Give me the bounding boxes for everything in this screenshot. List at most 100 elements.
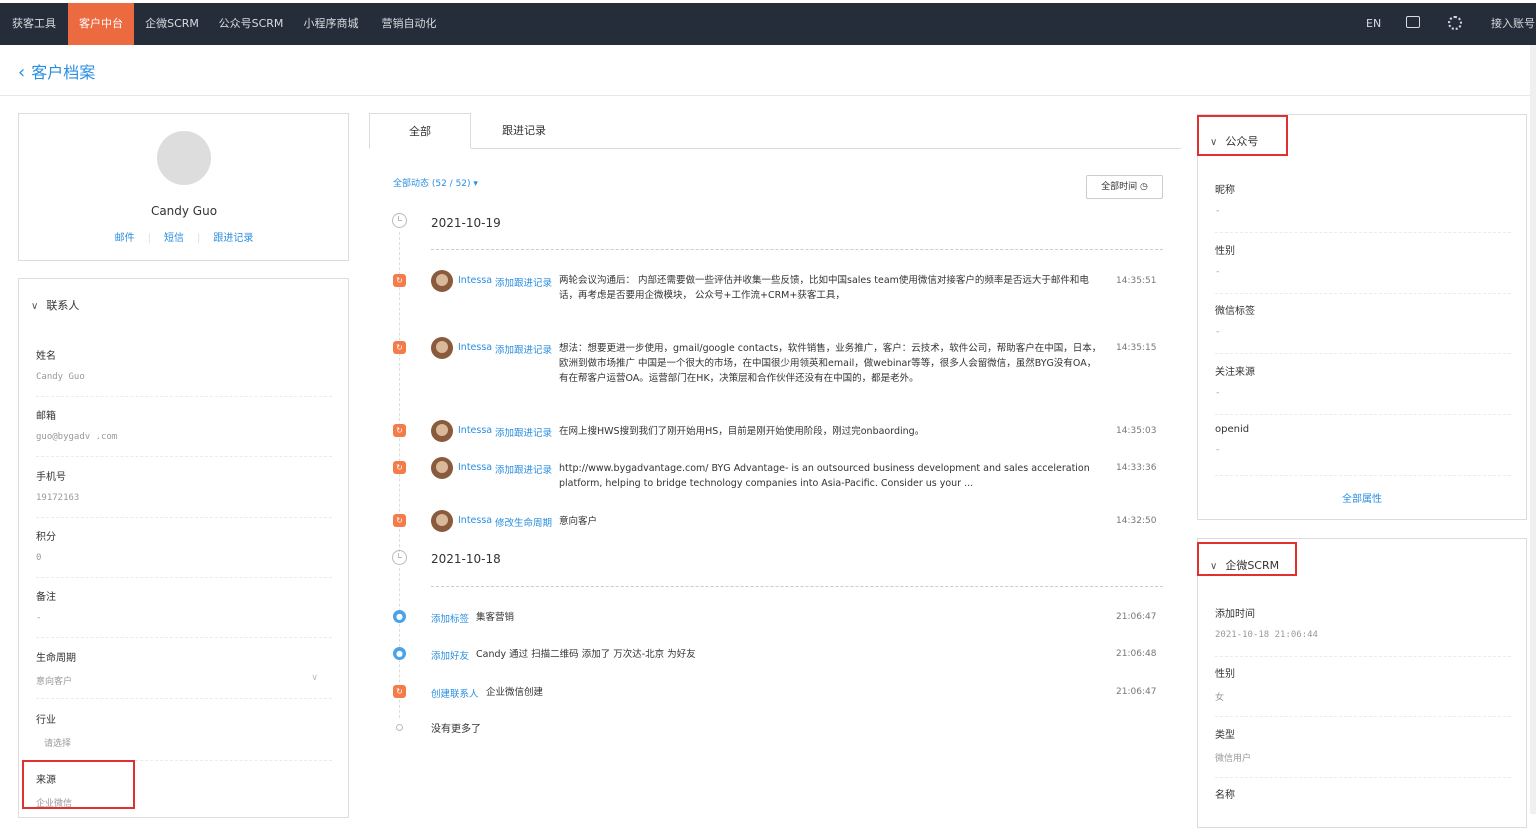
nav-item-oa-scrm[interactable]: 公众号SCRM [214, 3, 288, 45]
sms-link[interactable]: 短信 [151, 233, 197, 244]
event-user[interactable]: Intessa [458, 275, 492, 286]
all-attributes-link[interactable]: 全部属性 [1198, 490, 1526, 505]
followup-icon: ↻ [393, 424, 406, 437]
field-value[interactable]: Candy Guo [36, 372, 332, 382]
divider [431, 586, 1163, 587]
event-action[interactable]: 创建联系人 [431, 686, 479, 700]
field-value: - [1215, 327, 1221, 337]
field-value[interactable]: guo@bygadv .com [36, 432, 332, 442]
event-time: 14:32:50 [1116, 516, 1157, 526]
event-user[interactable]: Intessa [458, 425, 492, 436]
tab-all[interactable]: 全部 [369, 113, 471, 149]
avatar [431, 510, 453, 532]
contact-section-toggle[interactable]: ∨ 联系人 [31, 297, 79, 313]
wecom-card: ∨ 企微SCRM 添加时间 2021-10-18 21:06:44 性别女 类型 微信… [1197, 538, 1527, 828]
account-menu[interactable]: 接入账号 [1491, 3, 1535, 45]
language-toggle[interactable]: EN [1366, 3, 1381, 45]
tab-followups[interactable]: 跟进记录 [473, 113, 575, 149]
field-label: 昵称 [1215, 185, 1235, 196]
event-text: 在网上搜HWS搜到我们了刚开始用HS，目前是刚开始使用阶段，刚过完onbaord… [559, 426, 925, 437]
field-value[interactable]: 0 [36, 553, 332, 563]
oa-field-nickname: 昵称 - [1215, 181, 1511, 233]
field-industry[interactable]: 行业请选择 [36, 711, 332, 761]
field-value: 2021-10-18 21:06:44 [1215, 630, 1318, 640]
date-header: 2021-10-18 [431, 552, 501, 566]
scrollbar[interactable] [1530, 45, 1536, 814]
chevron-left-icon: ‹ [18, 62, 26, 83]
followup-icon: ↻ [393, 341, 406, 354]
field-lifecycle[interactable]: 生命周期 意向客户 ∨ [36, 649, 332, 699]
clock-icon [392, 213, 407, 228]
event-action[interactable]: 添加跟进记录 [495, 462, 552, 476]
page-header: ‹ 客户档案 [0, 45, 1536, 96]
caret-down-icon: ▾ [473, 179, 478, 189]
event-user[interactable]: Intessa [458, 342, 492, 353]
field-value: 女 [1215, 693, 1225, 703]
event-action[interactable]: 添加跟进记录 [495, 342, 552, 356]
activity-filter[interactable]: 全部动态 (52 / 52) ▾ [393, 176, 478, 189]
activity-filter-label: 全部动态 (52 / 52) [393, 179, 471, 189]
field-value: - [1215, 267, 1221, 277]
wechat-icon: ● [393, 647, 406, 660]
field-label: 邮箱 [36, 411, 56, 422]
field-label: 关注来源 [1215, 367, 1255, 378]
field-label: 微信标签 [1215, 306, 1255, 317]
highlight-wechat-oa [1197, 115, 1288, 156]
field-label: 添加时间 [1215, 609, 1255, 620]
oa-field-tags: 微信标签 - [1215, 302, 1511, 354]
industry-select[interactable]: 请选择 [44, 736, 332, 749]
event-text: 集客营销 [476, 612, 515, 623]
date-header: 2021-10-19 [431, 216, 501, 230]
wechat-oa-card: ∨ 公众号 昵称 - 性别 - 微信标签 - 关注来源 - openid - [1197, 114, 1527, 520]
event-action[interactable]: 添加好友 [431, 648, 469, 662]
time-filter-label: 全部时间 [1101, 182, 1138, 192]
nav-item-miniprogram-mall[interactable]: 小程序商城 [298, 3, 364, 45]
event-text: 企业微信创建 [486, 687, 544, 698]
field-label: openid [1215, 424, 1250, 435]
event-action[interactable]: 修改生命周期 [495, 515, 552, 529]
wecom-field-type: 类型 微信用户 [1215, 726, 1511, 778]
wecom-field-name: 名称 [1215, 786, 1511, 816]
field-value[interactable]: 19172163 [36, 493, 332, 503]
end-dot [396, 724, 403, 731]
event-action[interactable]: 添加跟进记录 [495, 275, 552, 289]
event-action[interactable]: 添加标签 [431, 611, 469, 625]
contact-card: ∨ 联系人 姓名 Candy Guo 邮箱 guo@bygadv .com 手机号 19… [18, 278, 349, 818]
chevron-down-icon[interactable]: ∨ [311, 673, 318, 683]
time-filter-button[interactable]: 全部时间 ◷ [1086, 175, 1163, 199]
no-more-text: 没有更多了 [431, 724, 481, 735]
followup-link[interactable]: 跟进记录 [200, 233, 266, 244]
monitor-icon[interactable] [1406, 16, 1420, 28]
field-email: 邮箱 guo@bygadv .com [36, 407, 332, 457]
field-label: 积分 [36, 532, 56, 543]
field-value[interactable]: 意向客户 [36, 674, 332, 687]
avatar [431, 420, 453, 442]
event-action[interactable]: 添加跟进记录 [495, 425, 552, 439]
field-value[interactable]: - [36, 613, 332, 623]
page-title: 客户档案 [31, 63, 96, 82]
nav-item-marketing-automation[interactable]: 营销自动化 [374, 3, 444, 45]
event-user[interactable]: Intessa [458, 462, 492, 473]
field-label: 手机号 [36, 472, 66, 483]
field-label: 行业 [36, 715, 56, 726]
event-time: 14:35:51 [1116, 276, 1157, 286]
event-text: 想法：想要更进一步使用，gmail/google contacts，软件销售，业… [559, 343, 1102, 384]
back-link[interactable]: ‹ 客户档案 [18, 59, 95, 83]
lifecycle-icon: ↻ [393, 514, 406, 527]
clock-icon: ◷ [1140, 182, 1148, 192]
avatar [431, 337, 453, 359]
avatar [157, 131, 211, 185]
oa-field-gender: 性别 - [1215, 242, 1511, 294]
field-label: 类型 [1215, 730, 1235, 741]
email-link[interactable]: 邮件 [102, 233, 148, 244]
oa-field-follow-source: 关注来源 - [1215, 363, 1511, 415]
nav-item-acquisition[interactable]: 获客工具 [0, 3, 68, 45]
field-phone: 手机号 19172163 [36, 468, 332, 518]
gear-icon[interactable] [1448, 16, 1462, 30]
event-user[interactable]: Intessa [458, 515, 492, 526]
highlight-wecom [1197, 542, 1297, 576]
field-label: 备注 [36, 592, 56, 603]
nav-item-wecom-scrm[interactable]: 企微SCRM [138, 3, 206, 45]
nav-item-customer-center[interactable]: 客户中台 [68, 3, 134, 45]
divider [431, 249, 1163, 250]
